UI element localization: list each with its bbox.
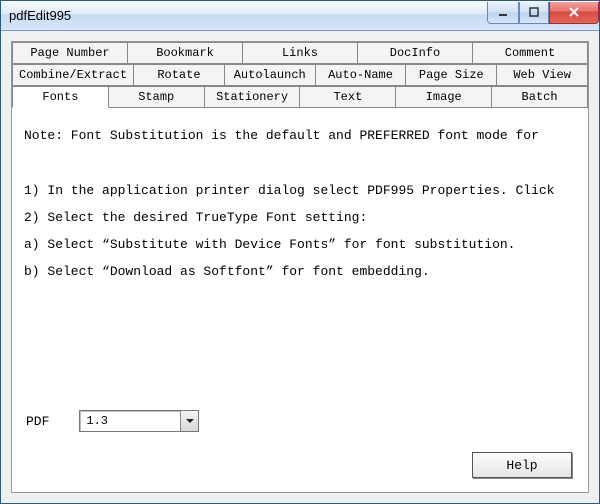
pdf-label: PDF xyxy=(26,414,49,429)
tab-links[interactable]: Links xyxy=(242,42,358,64)
tab-row-2: Combine/Extract Rotate Autolaunch Auto-N… xyxy=(12,64,588,86)
help-button[interactable]: Help xyxy=(472,452,572,478)
dropdown-arrow xyxy=(180,411,198,431)
tab-row-1: Page Number Bookmark Links DocInfo Comme… xyxy=(12,42,588,64)
pdf-version-select[interactable]: 1.3 xyxy=(79,410,199,432)
tab-rotate[interactable]: Rotate xyxy=(133,64,225,86)
tab-fonts[interactable]: Fonts xyxy=(12,86,109,108)
pdf-version-row: PDF 1.3 xyxy=(26,410,199,432)
tab-panel-fonts: Note: Font Substitution is the default a… xyxy=(12,107,588,492)
tab-batch[interactable]: Batch xyxy=(491,86,588,108)
maximize-button[interactable] xyxy=(519,2,549,24)
pdf-version-value: 1.3 xyxy=(80,414,180,428)
tab-stationery[interactable]: Stationery xyxy=(204,86,301,108)
app-window: pdfEdit995 Page Number Bookmark Links Do… xyxy=(0,0,600,504)
tab-bookmark[interactable]: Bookmark xyxy=(127,42,243,64)
client-area: Page Number Bookmark Links DocInfo Comme… xyxy=(1,31,599,503)
option-a-text: a) Select “Substitute with Device Fonts”… xyxy=(24,237,576,252)
tab-stamp[interactable]: Stamp xyxy=(108,86,205,108)
minimize-icon xyxy=(497,6,509,18)
close-icon xyxy=(568,6,580,18)
tab-web-view[interactable]: Web View xyxy=(496,64,588,86)
tab-image[interactable]: Image xyxy=(395,86,492,108)
tab-comment[interactable]: Comment xyxy=(472,42,588,64)
window-title: pdfEdit995 xyxy=(9,8,487,23)
step-1-text: 1) In the application printer dialog sel… xyxy=(24,183,576,198)
note-text: Note: Font Substitution is the default a… xyxy=(24,128,576,143)
tab-text[interactable]: Text xyxy=(299,86,396,108)
minimize-button[interactable] xyxy=(487,2,519,24)
step-2-text: 2) Select the desired TrueType Font sett… xyxy=(24,210,576,225)
chevron-down-icon xyxy=(186,417,194,425)
tab-autolaunch[interactable]: Autolaunch xyxy=(224,64,316,86)
tab-page-size[interactable]: Page Size xyxy=(405,64,497,86)
titlebar: pdfEdit995 xyxy=(1,1,599,31)
tab-row-3: Fonts Stamp Stationery Text Image Batch xyxy=(12,86,588,108)
tab-auto-name[interactable]: Auto-Name xyxy=(315,64,407,86)
option-b-text: b) Select “Download as Softfont” for fon… xyxy=(24,264,576,279)
tab-control: Page Number Bookmark Links DocInfo Comme… xyxy=(11,41,589,493)
close-button[interactable] xyxy=(549,2,599,24)
tab-page-number[interactable]: Page Number xyxy=(12,42,128,64)
tab-docinfo[interactable]: DocInfo xyxy=(357,42,473,64)
maximize-icon xyxy=(528,6,540,18)
window-buttons xyxy=(487,2,599,24)
tab-combine-extract[interactable]: Combine/Extract xyxy=(12,64,134,86)
